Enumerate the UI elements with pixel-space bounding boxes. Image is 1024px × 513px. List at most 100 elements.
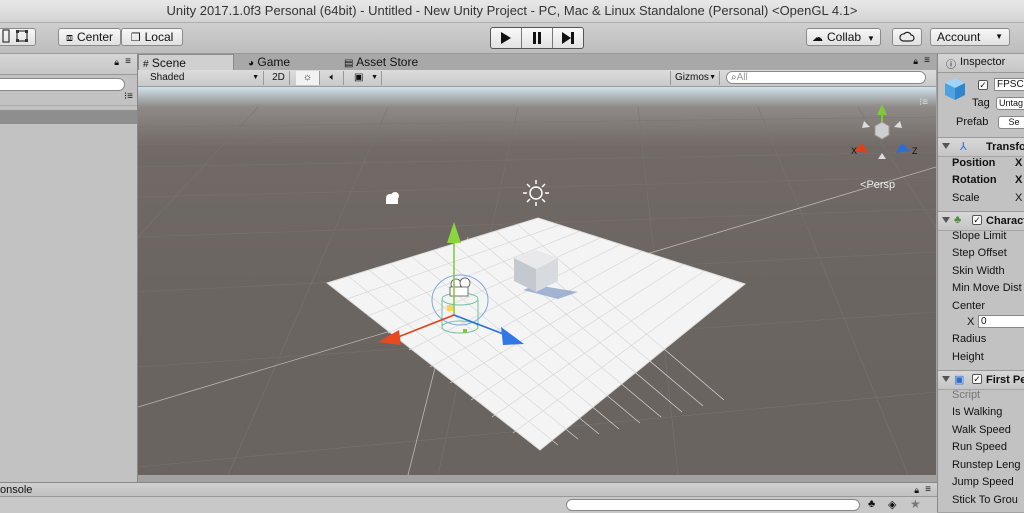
chevron-down-icon: ▼ xyxy=(252,74,259,81)
hierarchy-scene-row[interactable]: ⁝≡ xyxy=(0,91,137,106)
menu-icon[interactable]: ⁝≡ xyxy=(124,91,133,102)
collab-label: Collab xyxy=(827,30,862,44)
effects-dropdown[interactable]: ▣ ▼ xyxy=(350,71,382,85)
space-local-button[interactable]: ❒ Local xyxy=(121,28,183,46)
star-icon[interactable]: ★ xyxy=(910,497,921,511)
skin-width-label: Skin Width xyxy=(952,265,1005,277)
active-checkbox[interactable]: ✓ xyxy=(978,80,988,90)
transform-title: Transfo xyxy=(986,141,1024,153)
label-icon[interactable]: ◈ xyxy=(888,498,896,511)
y-axis-arrow xyxy=(447,222,461,243)
space-label: Local xyxy=(144,30,174,44)
scene-search-placeholder: All xyxy=(736,72,748,83)
scene-render: X Z xyxy=(138,104,936,475)
collab-button[interactable]: ☁ Collab ▼ xyxy=(806,28,881,46)
chevron-down-icon: ▼ xyxy=(995,32,1003,41)
camera-gizmo-icon xyxy=(386,192,399,204)
tag-dropdown[interactable]: Untag xyxy=(996,97,1024,110)
pivot-icon: ⧈ xyxy=(65,32,73,44)
min-move-distance-label: Min Move Dist xyxy=(952,282,1022,294)
scale-label: Scale xyxy=(952,192,980,204)
is-walking-label: Is Walking xyxy=(952,406,1003,418)
menu-icon[interactable]: ≡ xyxy=(925,483,931,497)
character-controller-header[interactable]: ♣ ✓ Charact xyxy=(938,211,1024,231)
stick-to-ground-label: Stick To Grou xyxy=(952,494,1018,506)
position-x-label: X xyxy=(1015,157,1023,169)
first-person-enabled-checkbox[interactable]: ✓ xyxy=(972,374,982,384)
lock-icon[interactable]: 🔒︎ xyxy=(114,57,119,68)
menu-icon[interactable]: ⁝≡ xyxy=(919,97,928,108)
pivot-center-button[interactable]: ⧈ Center xyxy=(58,28,121,46)
persp-label[interactable]: <Persp xyxy=(860,179,895,191)
tab-game-label: Game xyxy=(257,55,291,69)
transform-icon: ⅄ xyxy=(960,141,967,153)
orientation-gizmo[interactable] xyxy=(854,104,910,159)
object-name-field[interactable]: FPSC xyxy=(994,78,1024,91)
lock-icon[interactable]: 🔒︎ xyxy=(913,56,918,67)
menu-icon[interactable]: ≡ xyxy=(924,55,930,66)
audio-toggle[interactable]: 🔈︎ xyxy=(322,71,344,85)
tab-scene[interactable]: # Scene xyxy=(138,54,234,70)
transform-header[interactable]: ⅄ Transfo xyxy=(938,137,1024,157)
pivot-label: Center xyxy=(76,30,114,44)
rect-tool-button[interactable] xyxy=(0,28,36,46)
window-title: Unity 2017.1.0f3 Personal (64bit) - Unti… xyxy=(0,0,1024,23)
pacman-icon: ◕ xyxy=(248,58,255,69)
script-label: Script xyxy=(952,389,981,401)
scene-search-input[interactable]: ⌕All xyxy=(726,71,926,84)
persp-label-text: Persp xyxy=(866,179,896,191)
shading-mode-dropdown[interactable]: Shaded ▼ xyxy=(146,71,264,85)
rotation-x-label: X xyxy=(1015,174,1023,186)
light-gizmo-icon xyxy=(523,180,549,206)
prefab-label: Prefab xyxy=(956,116,989,128)
sun-icon: ☼ xyxy=(302,72,313,83)
play-button[interactable] xyxy=(491,28,522,48)
image-icon: ▣ xyxy=(354,72,364,83)
account-button[interactable]: Account ▼ xyxy=(930,28,1010,46)
chevron-down-icon: ▼ xyxy=(709,74,716,81)
tab-asset-store[interactable]: ▤ Asset Store xyxy=(340,54,434,70)
gizmos-dropdown[interactable]: Gizmos ▼ xyxy=(670,71,720,85)
chevron-down-icon: ▼ xyxy=(867,34,875,43)
first-person-controller-header[interactable]: ▣ ✓ First Pe xyxy=(938,370,1024,390)
lock-icon[interactable]: 🔒︎ xyxy=(914,483,919,497)
radius-label: Radius xyxy=(952,333,987,345)
cloud-icon xyxy=(899,31,915,42)
step-button[interactable] xyxy=(553,28,583,48)
menu-icon[interactable]: ≡ xyxy=(125,56,131,67)
grid-icon: # xyxy=(143,59,149,70)
inspector-tab-bar: ⓘ Inspector xyxy=(938,54,1024,73)
tab-console[interactable]: onsole xyxy=(0,483,32,497)
filter-icon[interactable]: ♣ xyxy=(868,498,875,510)
pause-icon xyxy=(533,32,541,44)
inspector-tab-label[interactable]: Inspector xyxy=(960,56,1005,68)
height-label: Height xyxy=(952,351,984,363)
speaker-icon: 🔈︎ xyxy=(329,72,336,83)
mode-2d-label: 2D xyxy=(272,72,285,83)
console-search-input[interactable] xyxy=(566,499,860,511)
tab-scene-label: Scene xyxy=(151,56,186,70)
lighting-toggle[interactable]: ☼ xyxy=(296,71,320,85)
prefab-select-button[interactable]: Se xyxy=(998,116,1024,129)
step-icon xyxy=(562,32,574,44)
center-x-field[interactable]: 0 xyxy=(978,315,1024,328)
scale-x-label: X xyxy=(1015,192,1023,204)
tab-game[interactable]: ◕ Game xyxy=(244,54,308,70)
tab-asset-store-label: Asset Store xyxy=(356,55,419,69)
hierarchy-selected-item[interactable] xyxy=(0,110,137,124)
play-controls xyxy=(490,27,584,49)
console-toolbar: ♣ ◈ ★ xyxy=(0,496,937,513)
mode-2d-toggle[interactable]: 2D xyxy=(268,71,290,85)
script-icon: ▣ xyxy=(954,374,965,386)
pause-button[interactable] xyxy=(522,28,553,48)
scene-viewport[interactable]: X Z <Persp ⁝≡ xyxy=(138,87,936,475)
inspector-panel: ⓘ Inspector ✓ FPSC Tag Untag Prefab Se ⅄… xyxy=(937,54,1024,512)
character-controller-enabled-checkbox[interactable]: ✓ xyxy=(972,215,982,225)
cloud-button[interactable] xyxy=(892,28,922,46)
hierarchy-panel: 🔒︎ ≡ ⁝≡ xyxy=(0,54,138,482)
gizmo-x-label: X xyxy=(851,146,857,156)
jump-speed-label: Jump Speed xyxy=(952,476,1014,488)
gizmos-label: Gizmos xyxy=(675,72,709,83)
hierarchy-search-input[interactable] xyxy=(0,78,125,91)
store-icon: ▤ xyxy=(344,58,354,69)
